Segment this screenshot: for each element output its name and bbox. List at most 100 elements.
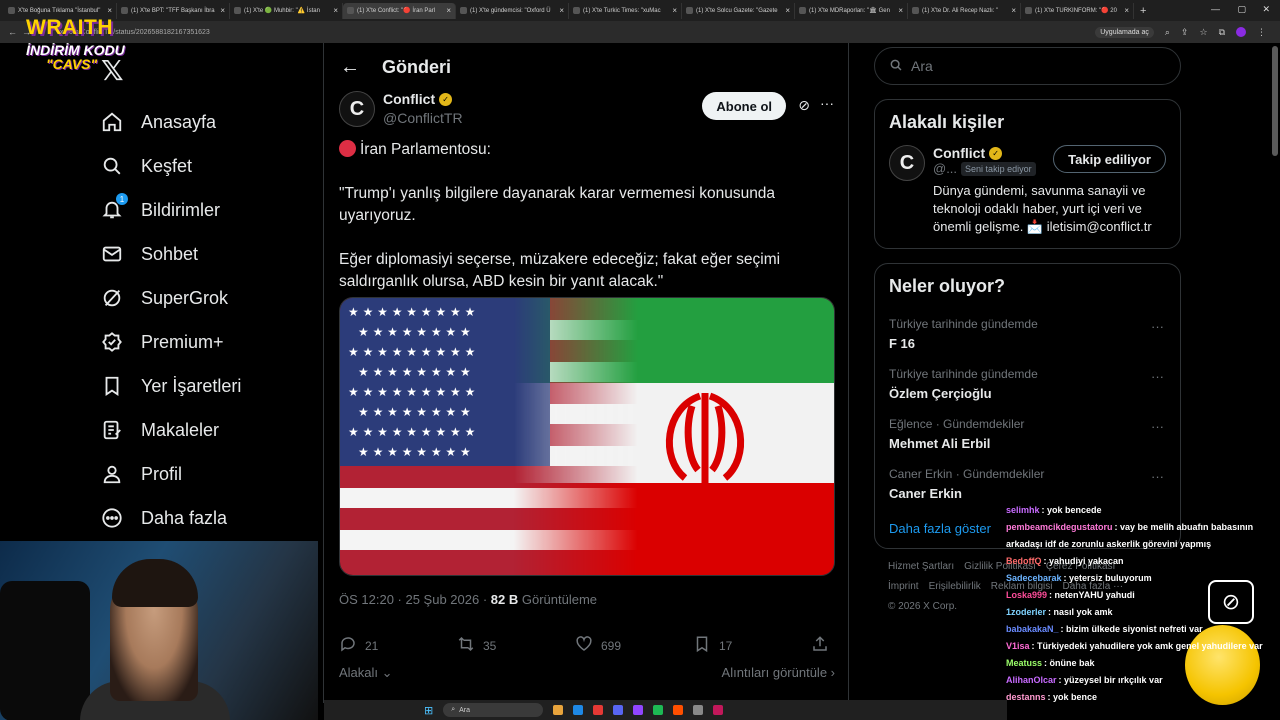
profile-icon[interactable] bbox=[1236, 27, 1246, 37]
more-options-icon[interactable]: ··· bbox=[1151, 419, 1164, 434]
tab-title: (1) X'te Dr. Ali Recep Nazlı: " bbox=[922, 7, 999, 14]
browser-tab[interactable]: (1) X'te MDRaporları: "🏛 Gen × bbox=[795, 2, 908, 19]
close-window-icon[interactable]: ✕ bbox=[1262, 4, 1270, 15]
subscribe-button[interactable]: Abone ol bbox=[702, 92, 786, 120]
folder-app-icon[interactable] bbox=[553, 705, 564, 715]
more-options-icon[interactable]: ··· bbox=[1151, 319, 1164, 334]
app-icon[interactable] bbox=[713, 705, 724, 715]
chat-username: Sadecebarak bbox=[1006, 573, 1062, 583]
following-button[interactable]: Takip ediliyor bbox=[1053, 145, 1166, 173]
nav-item-chat[interactable]: Sohbet bbox=[100, 232, 241, 276]
nav-item-notifications[interactable]: 1 Bildirimler bbox=[100, 188, 241, 232]
extensions-icon[interactable]: ⧉ bbox=[1219, 27, 1225, 38]
person-name[interactable]: Conflict bbox=[933, 145, 985, 161]
close-tab-icon[interactable]: × bbox=[330, 6, 338, 15]
reply-button[interactable]: 21 bbox=[339, 635, 457, 656]
trend-context: Türkiye tarihinde gündemde bbox=[889, 367, 1038, 381]
author-handle[interactable]: @ConflictTR bbox=[383, 110, 463, 126]
nav-item-home[interactable]: Anasayfa bbox=[100, 100, 241, 144]
twitch-app-icon[interactable] bbox=[633, 705, 644, 715]
close-tab-icon[interactable]: × bbox=[1008, 6, 1016, 15]
minimize-icon[interactable]: — bbox=[1211, 4, 1220, 14]
share-button[interactable] bbox=[811, 635, 829, 656]
maximize-icon[interactable]: ▢ bbox=[1237, 4, 1246, 15]
close-tab-icon[interactable]: × bbox=[443, 6, 451, 15]
avatar[interactable]: C bbox=[889, 145, 925, 181]
scrollbar[interactable] bbox=[1272, 46, 1278, 156]
close-tab-icon[interactable]: × bbox=[895, 6, 903, 15]
more-options-icon[interactable]: ··· bbox=[1151, 469, 1164, 484]
share-icon[interactable]: ⇪ bbox=[1181, 27, 1189, 38]
browser-tab[interactable]: (1) X'te Solcu Gazete: "Gazete × bbox=[682, 2, 795, 19]
nav-item-profile[interactable]: Profil bbox=[100, 452, 241, 496]
new-tab-button[interactable]: + bbox=[1140, 5, 1146, 17]
chat-username: 1zoderler bbox=[1006, 607, 1047, 617]
browser-menu-icon[interactable]: ⋮ bbox=[1257, 27, 1266, 38]
app-icon[interactable] bbox=[693, 705, 704, 715]
nav-item-explore[interactable]: Keşfet bbox=[100, 144, 241, 188]
back-nav-icon[interactable]: ← bbox=[8, 27, 17, 37]
grok-icon[interactable]: ⊘ bbox=[798, 97, 810, 114]
chrome-app-icon[interactable] bbox=[593, 705, 604, 715]
search-input[interactable]: Ara bbox=[874, 47, 1181, 85]
tab-title: (1) X'te Turkic Times: "xuMac bbox=[583, 7, 661, 14]
author-name[interactable]: Conflict bbox=[383, 91, 435, 107]
open-in-app-button[interactable]: Uygulamada aç bbox=[1095, 26, 1154, 38]
browser-tab[interactable]: (1) X'te BPT: "TFF Başkanı İbra × bbox=[117, 2, 230, 19]
post-image[interactable]: ★ ★ ★ ★ ★ ★ ★ ★ ★ ★ ★ ★ ★ ★ ★ ★ ★ ★ ★ ★ … bbox=[339, 297, 835, 576]
x-favicon-icon bbox=[573, 7, 580, 14]
trend-item[interactable]: Türkiye tarihinde gündemde F 16 ··· bbox=[875, 309, 1180, 359]
nav-item-more[interactable]: Daha fazla bbox=[100, 496, 241, 540]
post-author[interactable]: C Conflict ✓ @ConflictTR bbox=[339, 91, 463, 127]
footer-link[interactable]: Hizmet Şartları bbox=[888, 561, 954, 572]
browser-tab[interactable]: (1) X'te TURKINFORM: "🔴 20 × bbox=[1021, 2, 1134, 19]
related-dropdown[interactable]: Alakalı ⌄ bbox=[339, 665, 393, 681]
browser-tab[interactable]: (1) X'te 🟢 Muhbir: "⚠️ İstan × bbox=[230, 2, 343, 19]
post-timestamp[interactable]: ÖS 12:20 · 25 Şub 2026 · bbox=[339, 592, 491, 607]
reply-count: 21 bbox=[365, 638, 379, 653]
red-circle-icon bbox=[339, 140, 356, 157]
post-column: ← Gönderi C Conflict ✓ @ConflictTR Abone … bbox=[323, 43, 849, 703]
like-button[interactable]: 699 bbox=[575, 635, 693, 656]
back-arrow-icon[interactable]: ← bbox=[340, 56, 360, 79]
more-options-icon[interactable]: ··· bbox=[820, 95, 834, 111]
related-person[interactable]: C Conflict ✓ @... Seni takip ediyor Takip … bbox=[875, 145, 1180, 248]
repost-button[interactable]: 35 bbox=[457, 635, 575, 656]
close-tab-icon[interactable]: × bbox=[1121, 6, 1129, 15]
star-bookmark-icon[interactable]: ☆ bbox=[1199, 27, 1207, 38]
view-count: 82 B bbox=[490, 592, 519, 607]
nav-item-bookmarks[interactable]: Yer İşaretleri bbox=[100, 364, 241, 408]
view-quotes-link[interactable]: Alıntıları görüntüle › bbox=[722, 665, 835, 681]
nav-item-supergrok[interactable]: SuperGrok bbox=[100, 276, 241, 320]
windows-start-icon[interactable]: ⊞ bbox=[424, 704, 433, 717]
bell-icon: 1 bbox=[100, 193, 128, 222]
footer-link[interactable]: Erişilebilirlik bbox=[929, 581, 981, 592]
close-tab-icon[interactable]: × bbox=[217, 6, 225, 15]
chat-username: destanns bbox=[1006, 692, 1046, 702]
close-tab-icon[interactable]: × bbox=[104, 6, 112, 15]
spotify-app-icon[interactable] bbox=[653, 705, 664, 715]
edge-app-icon[interactable] bbox=[573, 705, 584, 715]
nav-item-premium[interactable]: Premium+ bbox=[100, 320, 241, 364]
zoom-icon[interactable]: ⌕ bbox=[1165, 27, 1170, 38]
close-tab-icon[interactable]: × bbox=[669, 6, 677, 15]
avatar[interactable]: C bbox=[339, 91, 375, 127]
trend-item[interactable]: Eğlence · Gündemdekiler Mehmet Ali Erbil ·… bbox=[875, 409, 1180, 459]
chat-message: BedoffQ: yahudiyi yakacan bbox=[1004, 553, 1280, 570]
verified-badge-icon bbox=[100, 330, 124, 354]
bookmark-button[interactable]: 17 bbox=[693, 635, 811, 656]
close-tab-icon[interactable]: × bbox=[782, 6, 790, 15]
app-icon[interactable] bbox=[673, 705, 684, 715]
taskbar-search[interactable]: ⌕ Ara bbox=[443, 703, 544, 717]
browser-tab[interactable]: (1) X'te Dr. Ali Recep Nazlı: " × bbox=[908, 2, 1021, 19]
close-tab-icon[interactable]: × bbox=[556, 6, 564, 15]
trend-item[interactable]: Türkiye tarihinde gündemde Özlem Çerçioğl… bbox=[875, 359, 1180, 409]
browser-tab[interactable]: (1) X'te Turkic Times: "xuMac × bbox=[569, 2, 682, 19]
nav-item-articles[interactable]: Makaleler bbox=[100, 408, 241, 452]
browser-tab-active[interactable]: (1) X'te Conflict: "🔴 İran Parl × bbox=[343, 2, 456, 19]
footer-link[interactable]: İmprint bbox=[888, 581, 919, 592]
chat-message: destanns: yok bence bbox=[1004, 689, 1280, 706]
more-options-icon[interactable]: ··· bbox=[1151, 369, 1164, 384]
discord-app-icon[interactable] bbox=[613, 705, 624, 715]
browser-tab[interactable]: (1) X'te gündemcisi: "Oxford Ü × bbox=[456, 2, 569, 19]
